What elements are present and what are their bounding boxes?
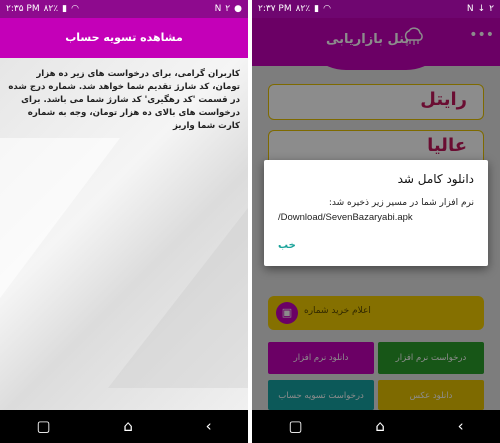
carrier-badge: ۲ bbox=[225, 4, 231, 14]
signal-icon: ▮ bbox=[62, 4, 68, 14]
settlement-message: کاربران گرامی، برای درخواست های زیر ده ه… bbox=[8, 69, 240, 131]
back-icon[interactable]: ‹ bbox=[458, 410, 464, 443]
battery-percent: ۸۲٪ bbox=[43, 4, 59, 14]
marketing-panel-screen: ۲:۳۷ PM ۸۲٪ ▮ ◠ N ↓ ۲ پنل بازاریابی ••• … bbox=[252, 0, 500, 443]
recent-apps-icon[interactable]: ▢ bbox=[36, 410, 50, 443]
dialog-ok-button[interactable]: خب bbox=[278, 240, 296, 251]
signal-icon: ▮ bbox=[314, 4, 320, 14]
settlement-screen: ۲:۳۵ PM ۸۲٪ ▮ ◠ N ۲ ● مشاهده تسویه حساب … bbox=[0, 0, 248, 443]
back-icon[interactable]: ‹ bbox=[206, 410, 212, 443]
content-area: کاربران گرامی، برای درخواست های زیر ده ه… bbox=[0, 58, 248, 410]
dialog-title: دانلود کامل شد bbox=[397, 172, 474, 186]
notification-icon: ● bbox=[234, 4, 242, 14]
carrier-badge: ۲ bbox=[489, 4, 494, 14]
home-icon[interactable]: ⌂ bbox=[123, 410, 133, 443]
nfc-icon: N bbox=[466, 4, 474, 14]
download-complete-dialog: دانلود کامل شد نرم افزار شما در مسیر زیر… bbox=[264, 160, 488, 266]
nav-bar: ▢ ⌂ ‹ bbox=[0, 410, 248, 443]
status-time: ۲:۳۵ PM bbox=[6, 4, 40, 14]
home-icon[interactable]: ⌂ bbox=[375, 410, 385, 443]
battery-percent: ۸۲٪ bbox=[295, 4, 311, 14]
dialog-message: نرم افزار شما در مسیر زیر ذخیره شد: bbox=[328, 198, 474, 208]
download-status-icon: ↓ bbox=[477, 4, 486, 14]
page-title: مشاهده تسویه حساب bbox=[0, 18, 248, 58]
wifi-icon: ◠ bbox=[323, 4, 331, 14]
nav-bar: ▢ ⌂ ‹ bbox=[252, 410, 500, 443]
wifi-icon: ◠ bbox=[71, 4, 79, 14]
status-bar: ۲:۳۵ PM ۸۲٪ ▮ ◠ N ۲ ● bbox=[0, 0, 248, 18]
status-bar: ۲:۳۷ PM ۸۲٪ ▮ ◠ N ↓ ۲ bbox=[252, 0, 500, 18]
status-time: ۲:۳۷ PM bbox=[258, 4, 292, 14]
dialog-file-path: /Download/SevenBazaryabi.apk bbox=[278, 212, 413, 223]
nfc-icon: N bbox=[214, 4, 222, 14]
recent-apps-icon[interactable]: ▢ bbox=[288, 410, 302, 443]
